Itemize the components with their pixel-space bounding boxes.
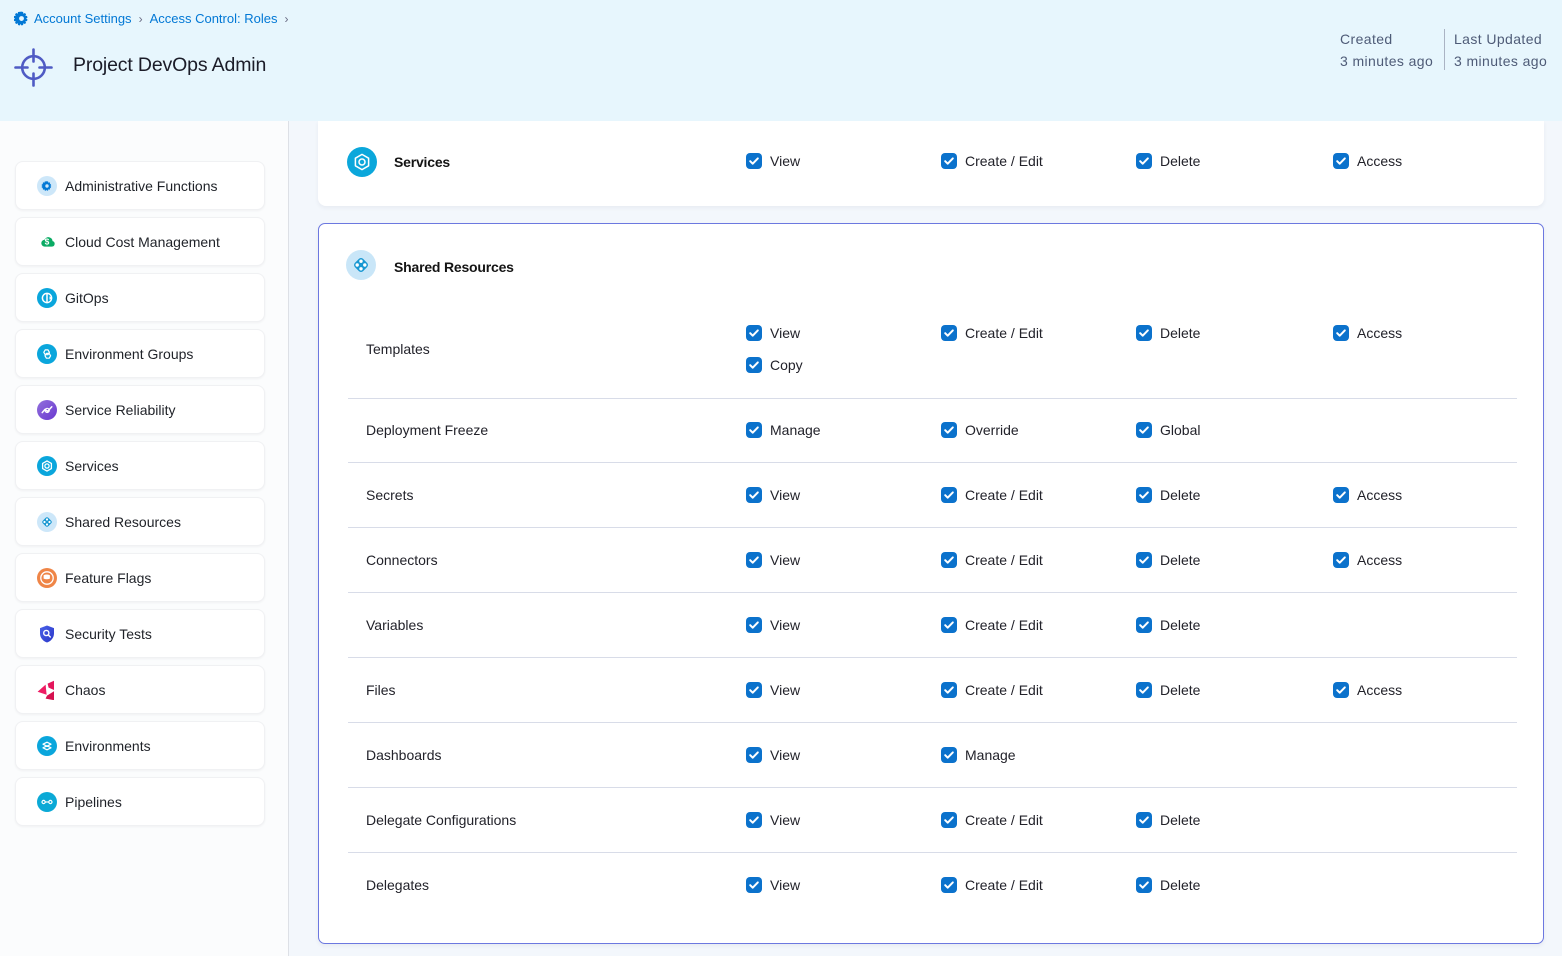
- svg-text:$: $: [45, 236, 50, 246]
